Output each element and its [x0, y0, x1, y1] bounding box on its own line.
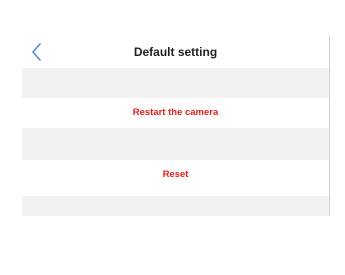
reset-button[interactable]: Reset — [22, 160, 329, 190]
section-divider — [22, 128, 329, 160]
default-setting-panel: Default setting Restart the camera Reset — [22, 34, 329, 216]
section-divider — [22, 68, 329, 98]
section-divider — [22, 196, 329, 216]
page-title: Default setting — [133, 45, 218, 59]
header: Default setting — [22, 34, 329, 68]
divider — [329, 36, 330, 216]
restart-camera-button[interactable]: Restart the camera — [22, 98, 329, 128]
